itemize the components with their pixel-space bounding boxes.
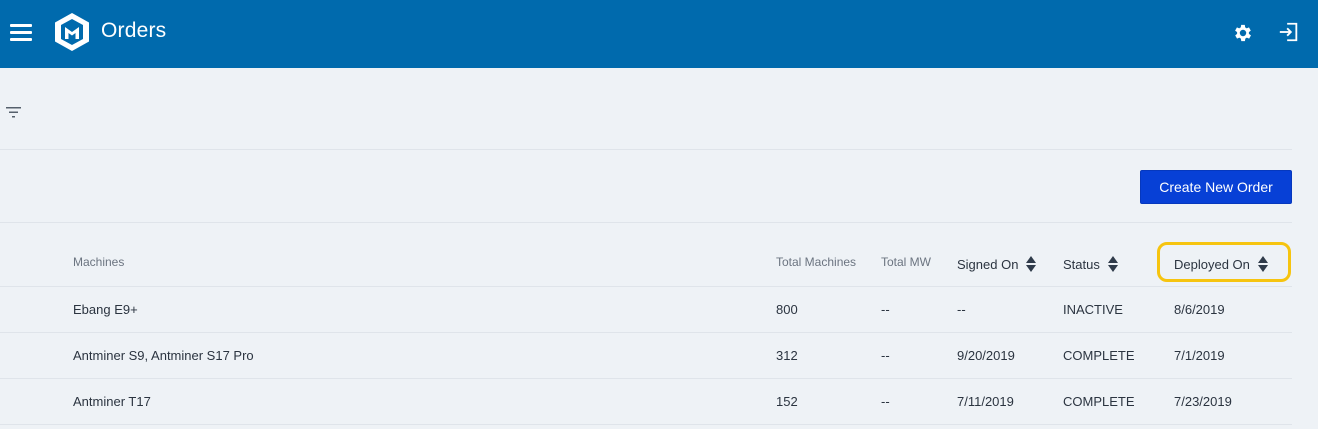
highlight-outline	[1157, 242, 1291, 282]
divider	[0, 149, 1292, 150]
gear-icon[interactable]	[1232, 22, 1254, 44]
cell-deployed-on: 7/23/2019	[1174, 394, 1232, 409]
cell-deployed-on: 8/6/2019	[1174, 302, 1225, 317]
menu-icon[interactable]	[10, 24, 32, 42]
top-app-bar: Orders	[0, 0, 1318, 68]
column-header-total-machines: Total Machines	[776, 255, 856, 269]
column-label: Total Machines	[776, 255, 857, 269]
cell-status: COMPLETE	[1063, 394, 1135, 409]
divider	[0, 222, 1292, 223]
cell-machines: Antminer S9, Antminer S17 Pro	[73, 348, 254, 363]
divider	[0, 286, 1292, 287]
column-header-machines: Machines	[73, 255, 124, 269]
logout-icon[interactable]	[1278, 21, 1300, 43]
cell-total-mw: --	[881, 302, 890, 317]
sort-icon[interactable]	[1026, 255, 1037, 273]
cell-signed-on: 7/11/2019	[957, 394, 1014, 409]
create-new-order-button[interactable]: Create New Order	[1140, 170, 1292, 204]
column-label: Status	[1063, 256, 1100, 272]
cell-total-mw: --	[881, 348, 890, 363]
cell-total-machines: 152	[776, 394, 798, 409]
column-label: Total MW	[881, 255, 932, 269]
page-title: Orders	[101, 19, 167, 42]
filter-icon[interactable]	[6, 106, 22, 120]
cell-total-machines: 800	[776, 302, 798, 317]
cell-deployed-on: 7/1/2019	[1174, 348, 1225, 363]
column-header-signed-on[interactable]: Signed On	[957, 255, 1037, 273]
cell-machines: Antminer T17	[73, 394, 151, 409]
cell-total-mw: --	[881, 394, 890, 409]
row-divider	[0, 332, 1292, 333]
cell-signed-on: --	[957, 302, 966, 317]
cell-machines: Ebang E9+	[73, 302, 138, 317]
column-label: Machines	[73, 255, 125, 269]
logo-icon[interactable]	[53, 12, 91, 52]
cell-total-machines: 312	[776, 348, 798, 363]
cell-status: INACTIVE	[1063, 302, 1123, 317]
column-label: Signed On	[957, 256, 1019, 272]
cell-status: COMPLETE	[1063, 348, 1135, 363]
sort-icon[interactable]	[1107, 255, 1118, 273]
cell-signed-on: 9/20/2019	[957, 348, 1015, 363]
row-divider	[0, 378, 1292, 379]
column-header-total-mw: Total MW	[881, 255, 931, 269]
column-header-status[interactable]: Status	[1063, 255, 1118, 273]
row-divider	[0, 424, 1292, 425]
